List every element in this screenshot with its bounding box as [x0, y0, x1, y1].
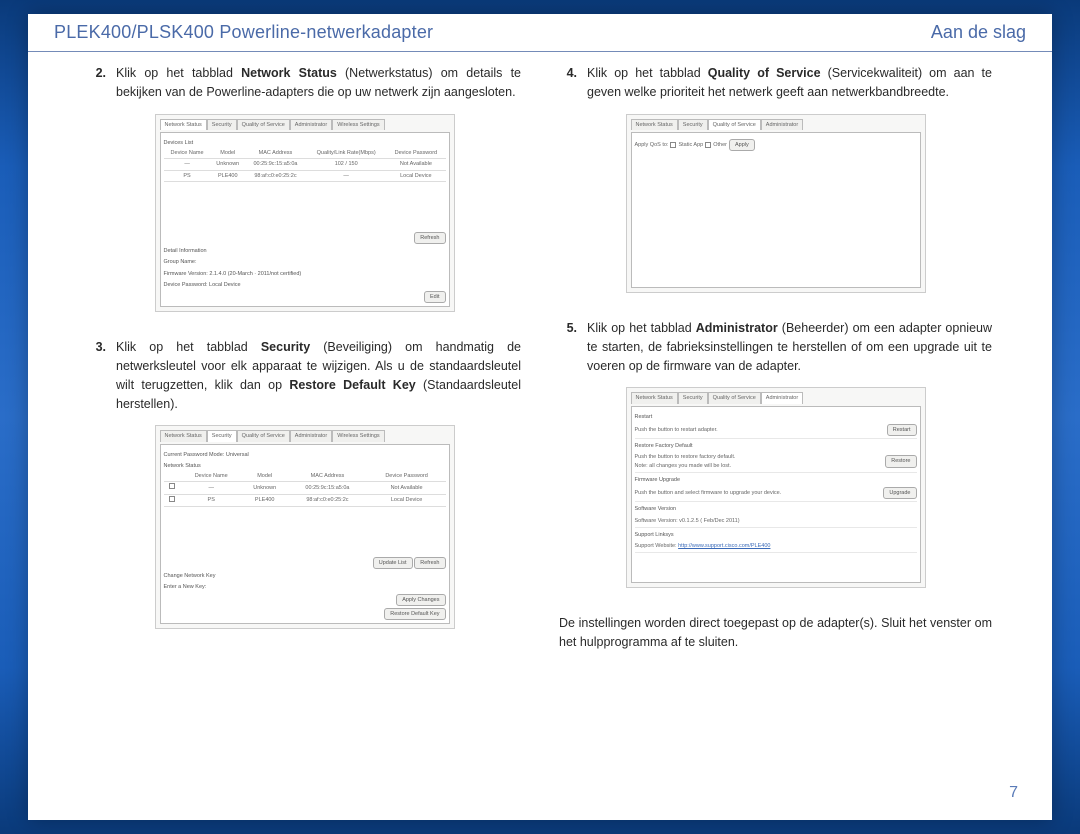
restart-button[interactable]: Restart	[887, 424, 917, 436]
tab-network-status[interactable]: Network Status	[631, 392, 678, 403]
devices-table: Device Name Model MAC Address Quality/Li…	[164, 148, 446, 182]
update-list-button[interactable]: Update List	[373, 557, 413, 569]
restart-section-label: Restart	[635, 413, 917, 421]
support-label: Support Website:	[635, 543, 677, 549]
qos-option-checkbox[interactable]	[705, 142, 711, 148]
screenshot-admin: Network Status Security Quality of Servi…	[626, 387, 926, 588]
step-5: 5. Klik op het tabblad Administrator (Be…	[559, 319, 992, 375]
security-table: Device Name Model MAC Address Device Pas…	[164, 471, 446, 507]
table-row: PS PLE400 98:af:c0:e0:25:2c Local Device	[164, 494, 446, 506]
tab-bar: Network Status Security Quality of Servi…	[160, 430, 450, 441]
version-section-label: Software Version	[635, 505, 917, 513]
detail-info-label: Detail Information	[164, 247, 446, 255]
page-header: PLEK400/PLSK400 Powerline-netwerkadapter…	[28, 14, 1052, 52]
factory-section-label: Restore Factory Default	[635, 442, 917, 450]
tab-network-status[interactable]: Network Status	[160, 119, 207, 130]
row-checkbox[interactable]	[169, 483, 175, 489]
step-number: 3.	[88, 338, 106, 413]
edit-button[interactable]: Edit	[424, 291, 445, 303]
network-status-label: Network Status	[164, 462, 446, 470]
tab-network-status[interactable]: Network Status	[160, 430, 207, 441]
version-desc: Software Version: v0.1.2.5 ( Feb/Dec 201…	[635, 517, 740, 525]
devices-list-label: Devices List	[164, 139, 446, 147]
step-text: Klik op het tabblad Network Status (Netw…	[116, 64, 521, 102]
refresh-button[interactable]: Refresh	[414, 557, 445, 569]
step-text: Klik op het tabblad Quality of Service (…	[587, 64, 992, 102]
tab-qos[interactable]: Quality of Service	[237, 430, 290, 441]
tab-wireless[interactable]: Wireless Settings	[332, 119, 385, 130]
doc-title: PLEK400/PLSK400 Powerline-netwerkadapter	[54, 22, 433, 43]
column-right: 4. Klik op het tabblad Quality of Servic…	[559, 64, 992, 780]
page-number: 7	[1009, 784, 1018, 802]
tab-admin[interactable]: Administrator	[290, 430, 332, 441]
tab-bar: Network Status Security Quality of Servi…	[631, 119, 921, 130]
screenshot-qos: Network Status Security Quality of Servi…	[626, 114, 926, 294]
group-name-label: Group Name:	[164, 258, 446, 266]
qos-option-checkbox[interactable]	[670, 142, 676, 148]
restore-button[interactable]: Restore	[885, 455, 916, 467]
tab-security[interactable]: Security	[678, 392, 708, 403]
enter-key-label: Enter a New Key:	[164, 583, 446, 591]
change-key-label: Change Network Key	[164, 572, 446, 580]
tab-bar: Network Status Security Quality of Servi…	[160, 119, 450, 130]
doc-section: Aan de slag	[931, 22, 1026, 43]
screenshot-network-status: Network Status Security Quality of Servi…	[155, 114, 455, 313]
tab-network-status[interactable]: Network Status	[631, 119, 678, 130]
content-area: 2. Klik op het tabblad Network Status (N…	[88, 64, 992, 780]
screenshot-security: Network Status Security Quality of Servi…	[155, 425, 455, 629]
step-number: 2.	[88, 64, 106, 102]
upgrade-button[interactable]: Upgrade	[883, 487, 916, 499]
tab-wireless[interactable]: Wireless Settings	[332, 430, 385, 441]
tab-qos[interactable]: Quality of Service	[708, 119, 761, 130]
column-left: 2. Klik op het tabblad Network Status (N…	[88, 64, 521, 780]
tab-bar: Network Status Security Quality of Servi…	[631, 392, 921, 403]
firmware-section-label: Firmware Upgrade	[635, 476, 917, 484]
support-section-label: Support Linksys	[635, 531, 917, 539]
tab-admin[interactable]: Administrator	[761, 119, 803, 130]
step-text: Klik op het tabblad Administrator (Behee…	[587, 319, 992, 375]
step-number: 5.	[559, 319, 577, 375]
restore-default-key-button[interactable]: Restore Default Key	[384, 608, 445, 620]
step-4: 4. Klik op het tabblad Quality of Servic…	[559, 64, 992, 102]
apply-button[interactable]: Apply	[729, 139, 755, 151]
tab-qos[interactable]: Quality of Service	[237, 119, 290, 130]
table-row: — Unknown 00:25:9c:15:a5:0a 102 / 150 No…	[164, 159, 446, 170]
step-text: Klik op het tabblad Security (Beveiligin…	[116, 338, 521, 413]
step-number: 4.	[559, 64, 577, 102]
firmware-version-label: Firmware Version: 2.1.4.0 (20-March · 20…	[164, 270, 446, 278]
firmware-desc: Push the button and select firmware to u…	[635, 489, 782, 497]
tab-security[interactable]: Security	[207, 430, 237, 441]
tab-security[interactable]: Security	[678, 119, 708, 130]
row-checkbox[interactable]	[169, 496, 175, 502]
step-2: 2. Klik op het tabblad Network Status (N…	[88, 64, 521, 102]
tab-admin[interactable]: Administrator	[290, 119, 332, 130]
tab-admin[interactable]: Administrator	[761, 392, 803, 403]
refresh-button[interactable]: Refresh	[414, 232, 445, 244]
restart-desc: Push the button to restart adapter.	[635, 426, 718, 434]
table-header-row: Device Name Model MAC Address Quality/Li…	[164, 148, 446, 159]
apply-qos-label: Apply QoS to:	[635, 141, 669, 149]
table-row: PS PLE400 98:af:c0:e0:25:2c — Local Devi…	[164, 170, 446, 181]
tab-qos[interactable]: Quality of Service	[708, 392, 761, 403]
apply-changes-button[interactable]: Apply Changes	[396, 594, 445, 606]
password-mode-label: Current Password Mode: Universal	[164, 451, 446, 459]
factory-desc: Push the button to restore factory defau…	[635, 453, 736, 470]
tab-security[interactable]: Security	[207, 119, 237, 130]
table-header-row: Device Name Model MAC Address Device Pas…	[164, 471, 446, 482]
support-link[interactable]: http://www.support.cisco.com/PLE400	[678, 543, 770, 549]
device-password-label: Device Password: Local Device	[164, 281, 446, 289]
table-row: — Unknown 00:25:9c:15:a5:0a Not Availabl…	[164, 482, 446, 494]
step-3: 3. Klik op het tabblad Security (Beveili…	[88, 338, 521, 413]
closing-text: De instellingen worden direct toegepast …	[559, 614, 992, 652]
